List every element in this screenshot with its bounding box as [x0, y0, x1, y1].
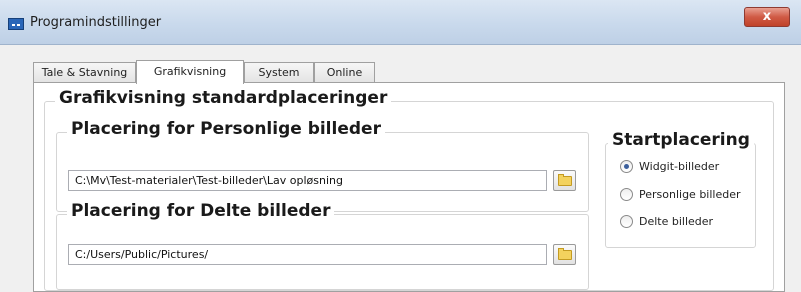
folder-icon	[558, 248, 572, 260]
placements-group: Grafikvisning standardplaceringer Placer…	[44, 88, 774, 291]
radio-widgit-label: Widgit-billeder	[639, 160, 720, 173]
window-title: Programindstillinger	[30, 15, 162, 30]
radio-widgit-indicator[interactable]	[620, 160, 633, 173]
app-icon	[8, 18, 24, 30]
radio-delte-indicator[interactable]	[620, 215, 633, 228]
folder-icon	[558, 174, 572, 186]
tab-tale-stavning[interactable]: Tale & Stavning	[33, 62, 136, 82]
personal-images-group: Placering for Personlige billeder C:\Mv\…	[56, 119, 589, 212]
tab-panel: Grafikvisning standardplaceringer Placer…	[33, 82, 785, 292]
section-title: Grafikvisning standardplaceringer	[55, 88, 392, 108]
start-placement-group: Startplacering Widgit-billeder Personlig…	[605, 130, 756, 248]
personal-images-browse-button[interactable]	[553, 170, 576, 191]
title-bar: Programindstillinger x	[0, 0, 801, 45]
shared-images-label: Placering for Delte billeder	[67, 201, 335, 221]
tab-grafikvisning[interactable]: Grafikvisning	[136, 60, 244, 84]
close-button[interactable]: x	[744, 7, 790, 27]
shared-images-path-input[interactable]: C:/Users/Public/Pictures/	[68, 244, 547, 265]
tab-system[interactable]: System	[244, 62, 314, 82]
personal-images-path-input[interactable]: C:\Mv\Test-materialer\Test-billeder\Lav …	[68, 170, 547, 191]
shared-images-group: Placering for Delte billeder C:/Users/Pu…	[56, 201, 589, 290]
start-placement-label: Startplacering	[608, 130, 754, 150]
tab-online[interactable]: Online	[314, 62, 375, 82]
personal-images-label: Placering for Personlige billeder	[67, 119, 385, 139]
radio-personlige-indicator[interactable]	[620, 188, 633, 201]
radio-personlige-label: Personlige billeder	[639, 188, 741, 201]
radio-delte-label: Delte billeder	[639, 215, 714, 228]
shared-images-browse-button[interactable]	[553, 244, 576, 265]
